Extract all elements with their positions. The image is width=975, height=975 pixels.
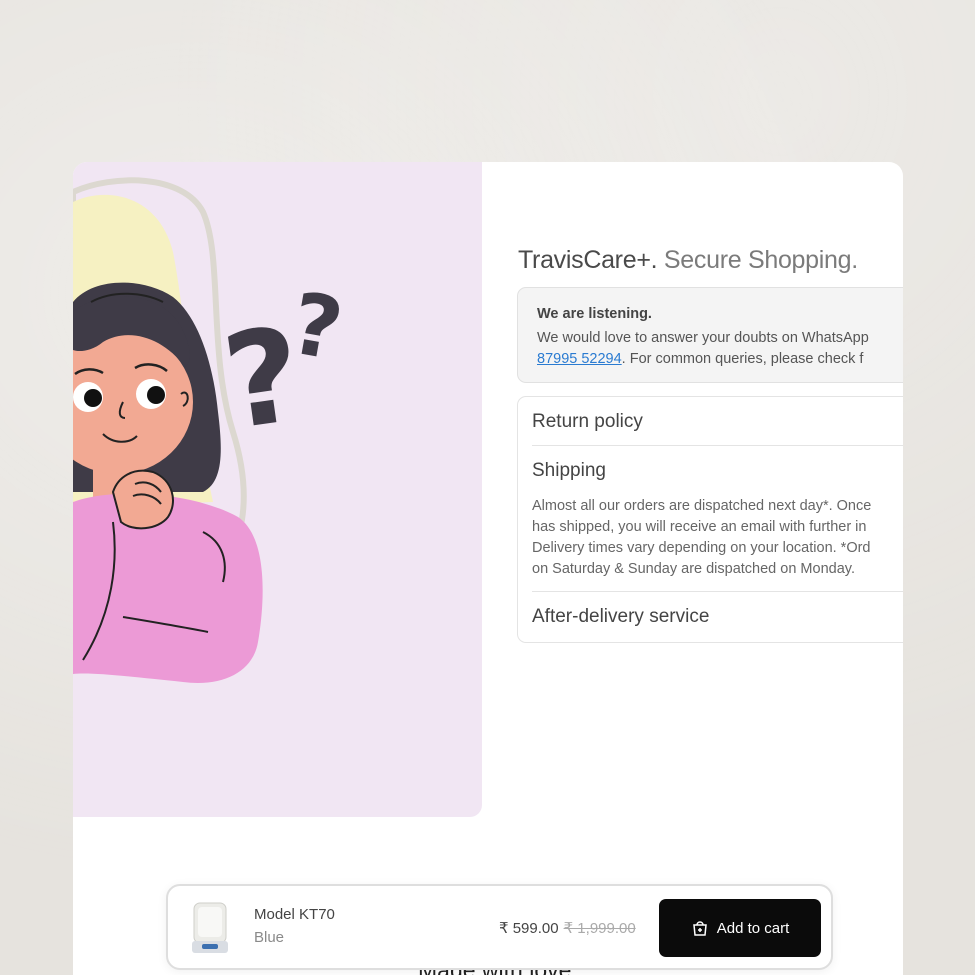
page-title: TravisCare+. Secure Shopping. [518,246,858,275]
original-price: ₹ 1,999.00 [563,920,636,937]
product-price: ₹ 599.00 ₹ 1,999.00 [499,919,636,937]
shipping-line: Almost all our orders are dispatched nex… [532,498,872,514]
accordion-shipping[interactable]: Shipping [532,446,903,494]
add-to-cart-button[interactable]: Add to cart [659,899,821,957]
product-thumbnail [188,901,232,956]
notice-line-1: We would love to answer your doubts on W… [537,330,869,346]
shipping-line: Delivery times vary depending on your lo… [532,540,871,556]
shipping-line: has shipped, you will receive an email w… [532,519,867,535]
svg-text:?: ? [284,274,350,380]
notice-line-2-rest: . For common queries, please check f [621,351,864,367]
shipping-line: on Saturday & Sunday are dispatched on M… [532,561,855,577]
product-variant: Blue [254,929,285,946]
accordion-after-delivery[interactable]: After-delivery service [532,592,903,640]
product-info-card: ? ? TravisCare+. Secure Shopping. We are… [73,162,903,975]
add-to-cart-label: Add to cart [716,919,790,937]
policy-accordion: Return policy Shipping Almost all our or… [517,396,903,643]
notice-line-2: 87995 52294. For common queries, please … [537,349,903,370]
sticky-cart-bar: Model KT70 Blue ₹ 599.00 ₹ 1,999.00 Add t… [166,884,833,970]
whatsapp-phone-link[interactable]: 87995 52294 [537,351,622,367]
accordion-return-policy[interactable]: Return policy [532,397,903,445]
brand-name: TravisCare+. [518,246,658,274]
bag-plus-icon [691,919,709,937]
confused-girl-illustration: ? ? [73,162,482,817]
product-name: Model KT70 [254,906,335,923]
current-price: ₹ 599.00 [499,920,559,937]
shipping-details: Almost all our orders are dispatched nex… [532,494,903,591]
whatsapp-notice: We are listening. We would love to answe… [517,287,903,383]
notice-title: We are listening. [537,306,652,322]
tagline: Secure Shopping. [657,246,858,274]
info-panel: TravisCare+. Secure Shopping. We are lis… [517,162,903,662]
